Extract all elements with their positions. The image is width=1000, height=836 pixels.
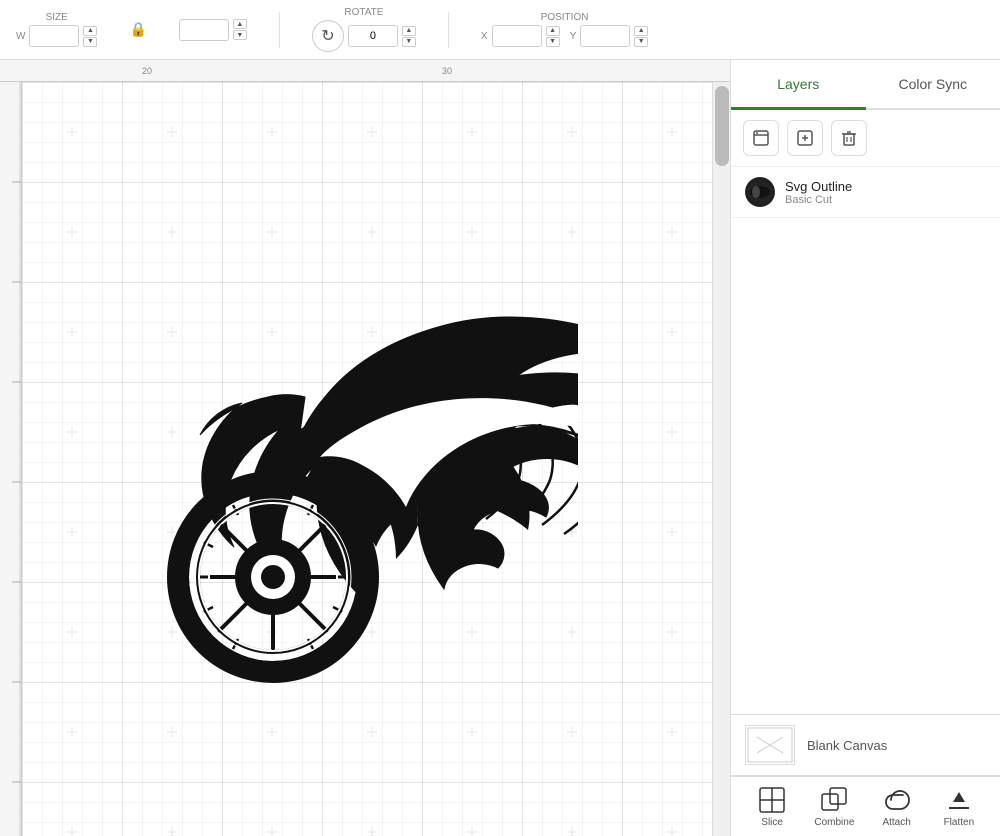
artwork-svg xyxy=(58,267,578,687)
scrollbar-thumb[interactable] xyxy=(715,86,729,166)
ruler-mark-20: 20 xyxy=(142,66,152,76)
screenshot-icon xyxy=(752,129,770,147)
panel-spacer xyxy=(731,218,1000,714)
slice-svg-icon xyxy=(758,786,786,814)
layer-thumb-icon xyxy=(748,183,772,201)
flatten-icon xyxy=(945,786,973,814)
position-group: Position X ▲ ▼ Y ▲ ▼ xyxy=(481,12,648,47)
toolbar: Size W ▲ ▼ 🔒 ▲ ▼ Rotate ↻ ▲ xyxy=(0,0,1000,60)
x-up-btn[interactable]: ▲ xyxy=(546,26,560,36)
size-label: Size xyxy=(46,12,68,23)
height-input[interactable] xyxy=(179,19,229,41)
add-layer-btn[interactable] xyxy=(787,120,823,156)
slice-label: Slice xyxy=(761,817,783,828)
panel-toolbar xyxy=(731,110,1000,167)
height-up-btn[interactable]: ▲ xyxy=(233,19,247,29)
canvas-grid[interactable] xyxy=(22,82,712,836)
combine-label: Combine xyxy=(814,817,854,828)
sep2 xyxy=(448,12,449,48)
canvas-thumb-svg xyxy=(747,727,793,763)
bottom-action-bar: Slice Combine Attach xyxy=(731,776,1000,836)
combine-svg-icon xyxy=(820,786,848,814)
x-label: X xyxy=(481,31,488,42)
artwork-container[interactable] xyxy=(58,267,558,667)
rotate-label: Rotate xyxy=(344,7,383,18)
width-up-btn[interactable]: ▲ xyxy=(83,26,97,36)
position-label: Position xyxy=(541,12,589,23)
attach-svg-icon xyxy=(883,786,911,814)
combine-action[interactable]: Combine xyxy=(809,786,859,828)
x-input[interactable] xyxy=(492,25,542,47)
rotate-down-btn[interactable]: ▼ xyxy=(402,37,416,47)
attach-action[interactable]: Attach xyxy=(872,786,922,828)
tab-color-sync[interactable]: Color Sync xyxy=(866,60,1000,110)
add-icon xyxy=(796,129,814,147)
layer-info: Svg Outline Basic Cut xyxy=(785,179,852,206)
layer-type: Basic Cut xyxy=(785,194,852,206)
rotate-icon: ↻ xyxy=(312,20,344,52)
layer-thumbnail xyxy=(745,177,775,207)
y-label: Y xyxy=(570,31,577,42)
tab-layers[interactable]: Layers xyxy=(731,60,866,110)
screenshot-btn[interactable] xyxy=(743,120,779,156)
width-arrows: ▲ ▼ xyxy=(83,26,97,47)
attach-label: Attach xyxy=(882,817,910,828)
width-down-btn[interactable]: ▼ xyxy=(83,37,97,47)
lock-icon[interactable]: 🔒 xyxy=(129,21,146,38)
attach-icon xyxy=(883,786,911,814)
slice-icon xyxy=(758,786,786,814)
combine-icon xyxy=(820,786,848,814)
height-group: ▲ ▼ xyxy=(179,19,247,41)
delete-layer-btn[interactable] xyxy=(831,120,867,156)
rotate-up-btn[interactable]: ▲ xyxy=(402,26,416,36)
x-down-btn[interactable]: ▼ xyxy=(546,37,560,47)
flatten-label: Flatten xyxy=(944,817,975,828)
ruler-v-svg xyxy=(0,82,22,836)
canvas-item[interactable]: Blank Canvas xyxy=(731,714,1000,776)
scrollbar-vertical[interactable] xyxy=(712,82,730,836)
rotate-input[interactable] xyxy=(348,25,398,47)
layer-name: Svg Outline xyxy=(785,179,852,194)
rotate-group: Rotate ↻ ▲ ▼ xyxy=(312,7,416,52)
size-group: Size W ▲ ▼ xyxy=(16,12,97,47)
main-layout: 20 30 xyxy=(0,60,1000,836)
panel-tabs: Layers Color Sync xyxy=(731,60,1000,110)
delete-icon xyxy=(840,129,858,147)
height-arrows: ▲ ▼ xyxy=(233,19,247,40)
flatten-action[interactable]: Flatten xyxy=(934,786,984,828)
height-down-btn[interactable]: ▼ xyxy=(233,30,247,40)
sep1 xyxy=(279,12,280,48)
flatten-svg-icon xyxy=(945,786,973,814)
ruler-mark-30: 30 xyxy=(442,66,452,76)
ruler-horizontal: 20 30 xyxy=(0,60,730,82)
canvas-name: Blank Canvas xyxy=(807,738,887,753)
canvas-area[interactable]: 20 30 xyxy=(0,60,730,836)
w-label: W xyxy=(16,31,25,42)
y-input[interactable] xyxy=(580,25,630,47)
right-panel: Layers Color Sync xyxy=(730,60,1000,836)
y-up-btn[interactable]: ▲ xyxy=(634,26,648,36)
width-input[interactable] xyxy=(29,25,79,47)
layer-item-svg-outline[interactable]: Svg Outline Basic Cut xyxy=(731,167,1000,218)
canvas-thumbnail xyxy=(745,725,795,765)
y-down-btn[interactable]: ▼ xyxy=(634,37,648,47)
slice-action[interactable]: Slice xyxy=(747,786,797,828)
ruler-vertical xyxy=(0,82,22,836)
